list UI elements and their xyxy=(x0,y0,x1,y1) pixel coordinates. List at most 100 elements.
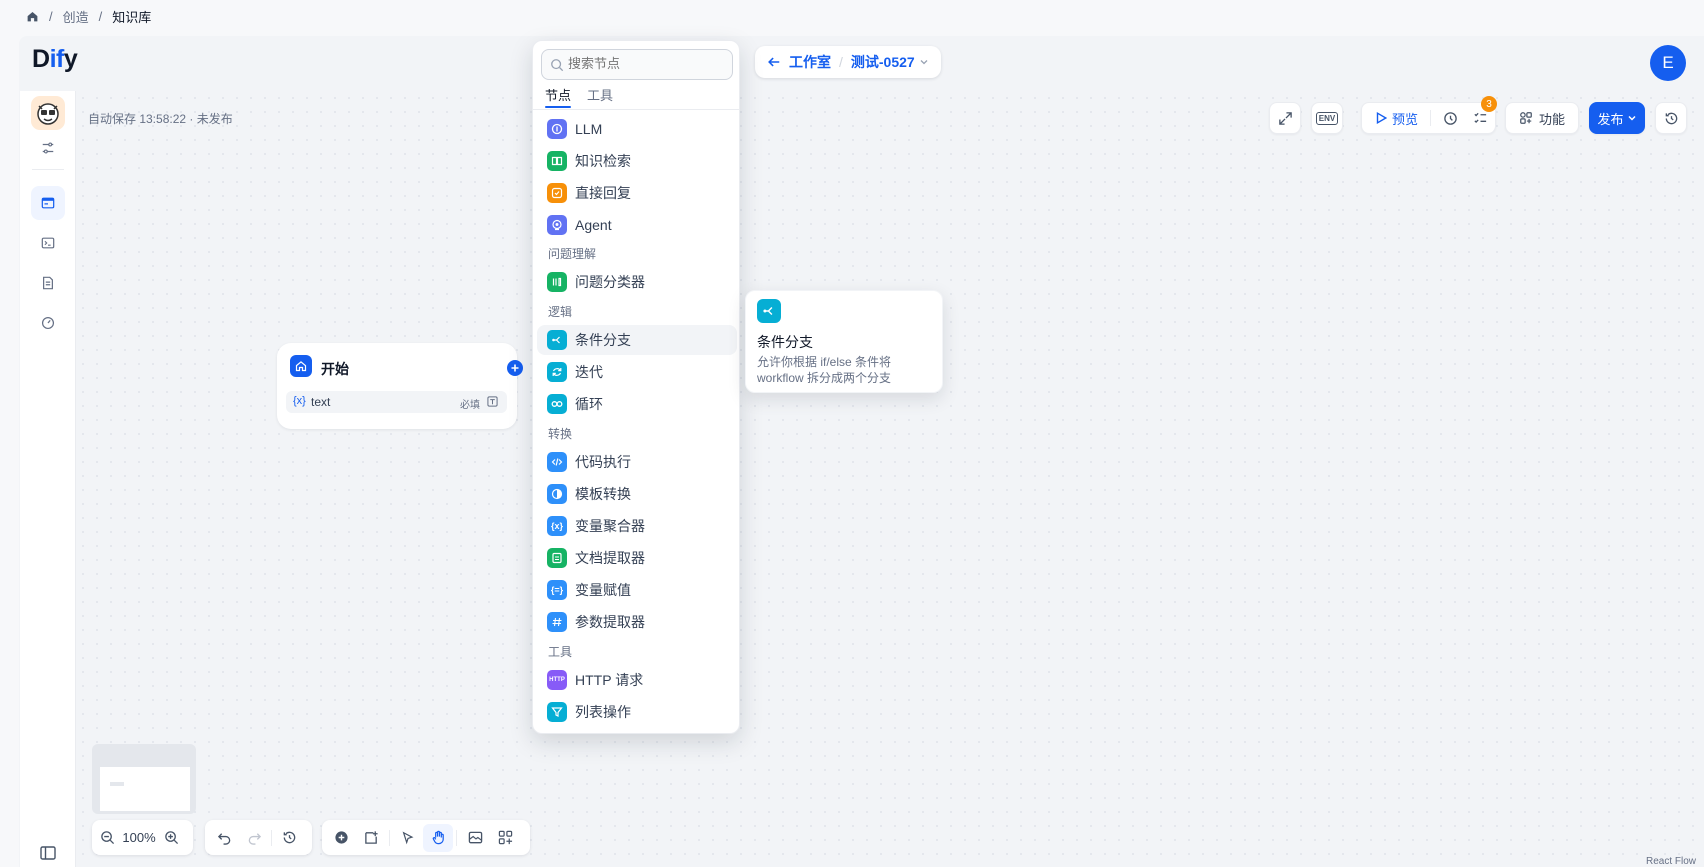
chevron-down-icon xyxy=(1627,115,1636,121)
node-item-template-transform[interactable]: 模板转换 xyxy=(537,479,737,509)
fullscreen-toggle-button[interactable] xyxy=(1269,102,1301,134)
chevron-down-icon[interactable] xyxy=(919,57,929,67)
env-variables-button[interactable]: ENV xyxy=(1311,102,1343,134)
node-search-input[interactable] xyxy=(568,56,728,71)
workflow-orchestrate-icon[interactable] xyxy=(31,186,65,220)
start-variable-row[interactable]: {x} text 必填 xyxy=(286,391,507,413)
required-label: 必填 xyxy=(460,400,480,411)
classifier-icon xyxy=(547,272,567,292)
node-item-doc-extractor[interactable]: 文档提取器 xyxy=(537,543,737,573)
node-tooltip: 条件分支 允许你根据 if/else 条件将 workflow 拆分成两个分支 xyxy=(745,290,943,393)
minimap[interactable] xyxy=(92,744,196,814)
canvas-tools xyxy=(322,820,530,855)
undo-button[interactable] xyxy=(209,824,239,852)
node-item-variable-assigner[interactable]: {=} 变量赋值 xyxy=(537,575,737,605)
env-icon: ENV xyxy=(1315,111,1339,125)
pointer-mode-button[interactable] xyxy=(393,824,423,852)
node-item-if-else[interactable]: 条件分支 xyxy=(537,325,737,355)
node-item-http-request[interactable]: HTTP HTTP 请求 xyxy=(537,665,737,695)
dify-logo[interactable]: Dify xyxy=(32,45,78,74)
node-item-question-classifier[interactable]: 问题分类器 xyxy=(537,267,737,297)
breadcrumb-create[interactable]: 创造 xyxy=(63,7,89,26)
cursor-icon xyxy=(402,831,414,844)
settings-sliders-icon[interactable] xyxy=(31,136,65,160)
tab-tools[interactable]: 工具 xyxy=(587,85,613,108)
monitoring-gauge-icon[interactable] xyxy=(31,306,65,340)
variable-name: text xyxy=(311,395,331,409)
export-image-button[interactable] xyxy=(460,824,490,852)
zoom-out-button[interactable] xyxy=(96,824,118,852)
back-to-studio-link[interactable]: 工作室 xyxy=(789,52,831,72)
zoom-controls: 100% xyxy=(92,820,193,855)
back-arrow-icon[interactable] xyxy=(767,55,781,69)
node-item-parameter-extractor[interactable]: 参数提取器 xyxy=(537,607,737,637)
node-item-direct-reply[interactable]: 直接回复 xyxy=(537,178,737,208)
node-item-variable-aggregator[interactable]: {x} 变量聚合器 xyxy=(537,511,737,541)
template-icon xyxy=(547,484,567,504)
preview-button[interactable]: 预览 xyxy=(1362,103,1418,133)
logs-document-icon[interactable] xyxy=(31,266,65,300)
app-icon[interactable] xyxy=(31,96,65,130)
hand-mode-button[interactable] xyxy=(423,823,453,852)
run-tools-group: 预览 3 xyxy=(1361,96,1498,134)
history-controls xyxy=(205,820,312,855)
group-label-transform: 转换 xyxy=(548,427,573,441)
add-node-button[interactable] xyxy=(326,824,356,852)
group-label-logic: 逻辑 xyxy=(548,305,573,319)
react-flow-attribution[interactable]: React Flow xyxy=(1646,856,1696,867)
start-node-title: 开始 xyxy=(321,361,349,377)
history-clock-icon xyxy=(283,831,295,844)
redo-button[interactable] xyxy=(239,824,269,852)
preview-label: 预览 xyxy=(1392,111,1419,127)
zoom-out-icon xyxy=(100,831,114,845)
breadcrumb-current: 知识库 xyxy=(112,9,152,25)
plus-circle-icon xyxy=(334,831,348,844)
agent-icon xyxy=(547,215,567,235)
home-icon[interactable] xyxy=(26,10,39,23)
node-item-iteration[interactable]: 迭代 xyxy=(537,357,737,387)
add-note-button[interactable] xyxy=(356,824,386,852)
breadcrumb: / 创造 / 知识库 xyxy=(26,7,151,25)
tab-nodes[interactable]: 节点 xyxy=(545,85,572,108)
tooltip-desc-line1: 允许你根据 if/else 条件将 xyxy=(757,355,892,369)
undo-icon xyxy=(217,833,230,845)
assigner-icon: {=} xyxy=(547,580,567,600)
collapse-sidebar-icon[interactable] xyxy=(31,836,65,867)
variable-icon: {x} xyxy=(547,516,567,536)
zoom-in-button[interactable] xyxy=(160,824,182,852)
picker-tabs: 节点 工具 xyxy=(545,85,613,108)
api-terminal-icon[interactable] xyxy=(31,226,65,260)
features-grid-icon xyxy=(1520,112,1532,124)
tooltip-title: 条件分支 xyxy=(757,334,813,350)
version-history-button[interactable] xyxy=(1655,102,1687,134)
change-history-button[interactable] xyxy=(274,824,304,852)
branch-icon xyxy=(547,330,567,350)
node-item-knowledge-retrieval[interactable]: 知识检索 xyxy=(537,146,737,176)
filter-icon xyxy=(547,702,567,722)
start-node[interactable]: 开始 {x} text 必填 xyxy=(277,343,523,429)
play-icon xyxy=(1376,112,1387,124)
user-avatar[interactable]: E xyxy=(1650,45,1686,81)
zoom-level[interactable]: 100% xyxy=(118,830,160,845)
search-icon xyxy=(550,58,564,77)
zoom-in-icon xyxy=(164,831,178,845)
hand-icon xyxy=(432,830,444,845)
checklist-button[interactable]: 3 xyxy=(1465,96,1498,132)
node-item-list-operator[interactable]: 列表操作 xyxy=(537,697,737,727)
features-label: 功能 xyxy=(1538,111,1565,127)
organize-layout-button[interactable] xyxy=(490,824,520,852)
workflow-canvas[interactable] xyxy=(76,91,1704,867)
workflow-name[interactable]: 测试-0527 xyxy=(851,52,915,72)
node-item-agent[interactable]: Agent xyxy=(537,210,737,240)
node-item-code[interactable]: 代码执行 xyxy=(537,447,737,477)
node-item-llm[interactable]: LLM xyxy=(537,114,737,144)
add-next-node-icon[interactable] xyxy=(507,360,523,376)
node-item-loop[interactable]: 循环 xyxy=(537,389,737,419)
book-icon xyxy=(547,151,567,171)
features-button[interactable]: 功能 xyxy=(1505,102,1579,134)
publish-button[interactable]: 发布 xyxy=(1589,102,1645,134)
publish-label: 发布 xyxy=(1597,111,1624,127)
document-icon xyxy=(547,548,567,568)
minimap-viewport xyxy=(100,767,190,811)
run-history-button[interactable] xyxy=(1435,104,1465,132)
